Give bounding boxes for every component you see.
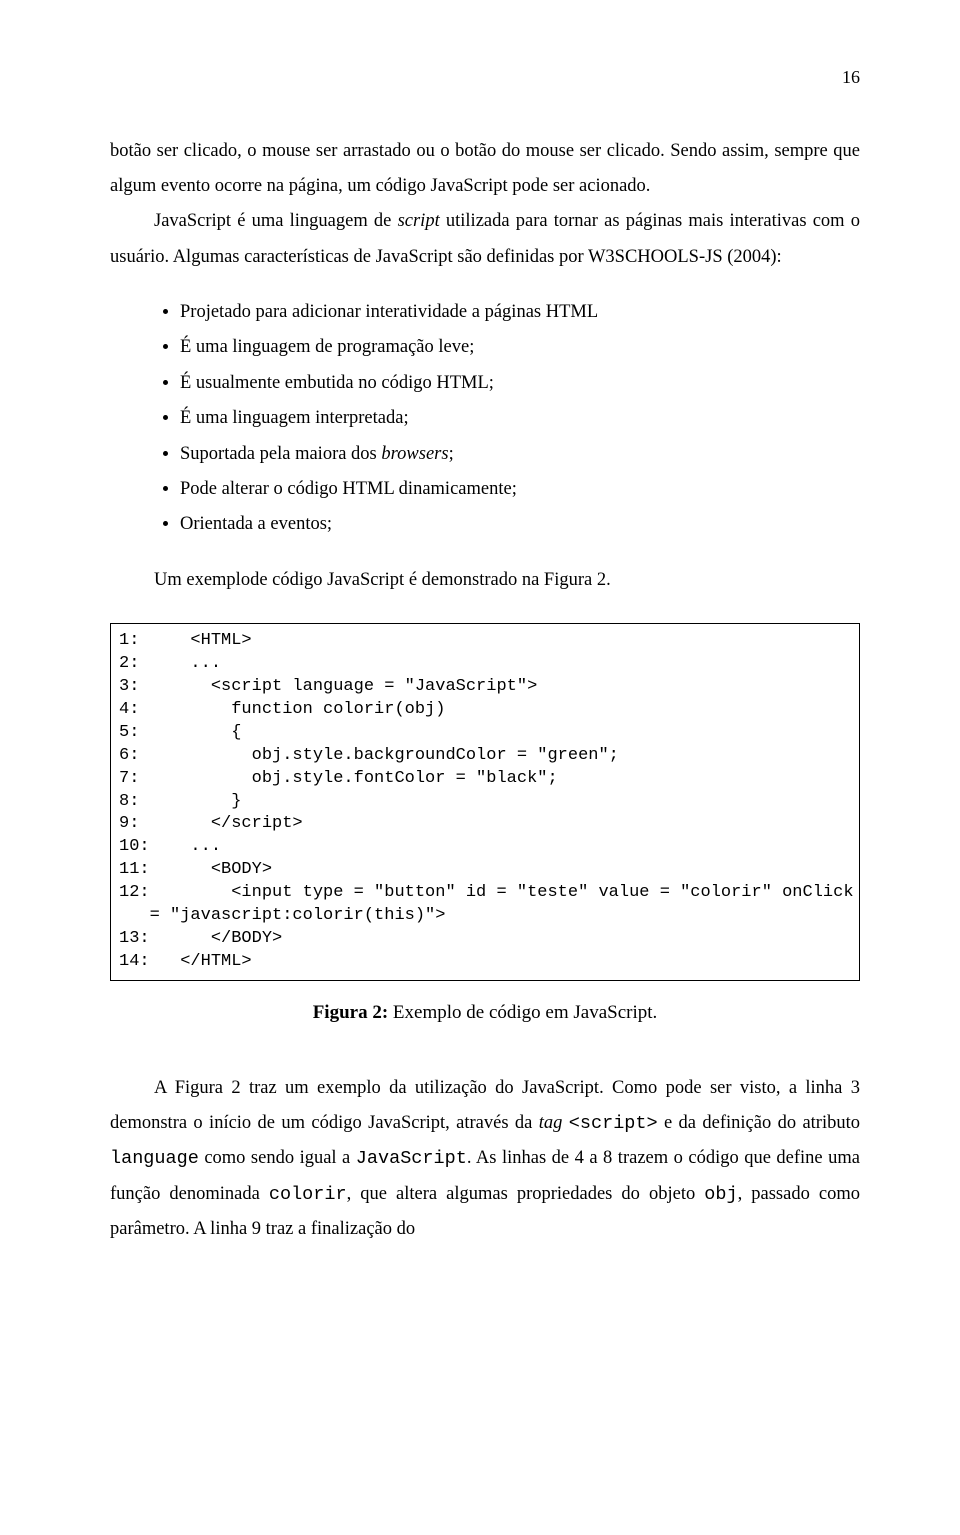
- page-number: 16: [110, 60, 860, 94]
- figure-label: Figura 2:: [313, 1002, 388, 1023]
- code-block-figure-2: 1: <HTML> 2: ... 3: <script language = "…: [110, 623, 860, 981]
- figure-2-caption: Figura 2: Exemplo de código em JavaScrip…: [110, 995, 860, 1031]
- characteristics-list: Projetado para adicionar interatividade …: [180, 297, 860, 541]
- list-item: É uma linguagem interpretada;: [180, 403, 860, 434]
- figure-caption-text: Exemplo de código em JavaScript.: [393, 1002, 657, 1023]
- list-item: É usualmente embutida no código HTML;: [180, 368, 860, 399]
- list-item: É uma linguagem de programação leve;: [180, 332, 860, 363]
- list-item: Projetado para adicionar interatividade …: [180, 297, 860, 328]
- paragraph-2: JavaScript é uma linguagem de script uti…: [110, 204, 860, 274]
- list-item: Pode alterar o código HTML dinamicamente…: [180, 474, 860, 505]
- paragraph-4: A Figura 2 traz um exemplo da utilização…: [110, 1071, 860, 1247]
- paragraph-1: botão ser clicado, o mouse ser arrastado…: [110, 134, 860, 204]
- list-item: Orientada a eventos;: [180, 509, 860, 540]
- paragraph-3: Um exemplode código JavaScript é demonst…: [110, 563, 860, 598]
- list-item: Suportada pela maiora dos browsers;: [180, 439, 860, 470]
